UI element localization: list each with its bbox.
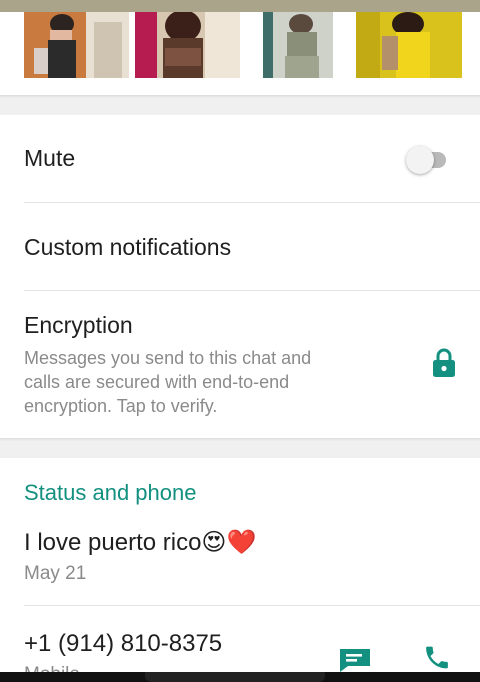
status-row[interactable]: I love puerto rico😍❤️ May 21 <box>0 514 480 606</box>
phone-row[interactable]: +1 (914) 810-8375 Mobile <box>0 606 480 672</box>
status-text: I love puerto rico😍❤️ <box>24 529 257 556</box>
toggle-knob <box>406 146 434 174</box>
mute-toggle[interactable] <box>406 144 446 174</box>
encryption-description-line-1: Messages you send to this chat and <box>24 348 312 368</box>
message-icon[interactable] <box>338 647 372 672</box>
phone-icon[interactable] <box>422 643 452 672</box>
mute-row[interactable]: Mute <box>0 115 480 203</box>
encryption-description-line-2: calls are secured with end-to-end <box>24 372 290 392</box>
system-nav-bar <box>0 672 480 682</box>
encryption-row[interactable]: Encryption Messages you send to this cha… <box>0 291 480 438</box>
media-thumbnail-3[interactable] <box>263 12 333 78</box>
phone-number: +1 (914) 810-8375 <box>24 630 223 657</box>
encryption-label: Encryption <box>24 312 133 338</box>
custom-notifications-label: Custom notifications <box>24 234 232 260</box>
section-gap <box>0 438 480 458</box>
encryption-description-line-3: encryption. Tap to verify. <box>24 396 218 416</box>
section-gap <box>0 95 480 115</box>
phone-label: Mobile <box>24 663 80 672</box>
nav-handle <box>145 672 325 682</box>
header-strip <box>0 0 480 12</box>
media-row <box>0 12 480 80</box>
media-thumbnail-4[interactable] <box>356 12 462 78</box>
media-thumbnail-1[interactable] <box>24 12 129 78</box>
status-date: May 21 <box>24 563 87 584</box>
media-thumbnail-2[interactable] <box>135 12 240 78</box>
lock-icon <box>432 348 456 378</box>
section-title-status-phone: Status and phone <box>24 480 197 505</box>
mute-label: Mute <box>24 145 76 171</box>
custom-notifications-row[interactable]: Custom notifications <box>0 203 480 291</box>
